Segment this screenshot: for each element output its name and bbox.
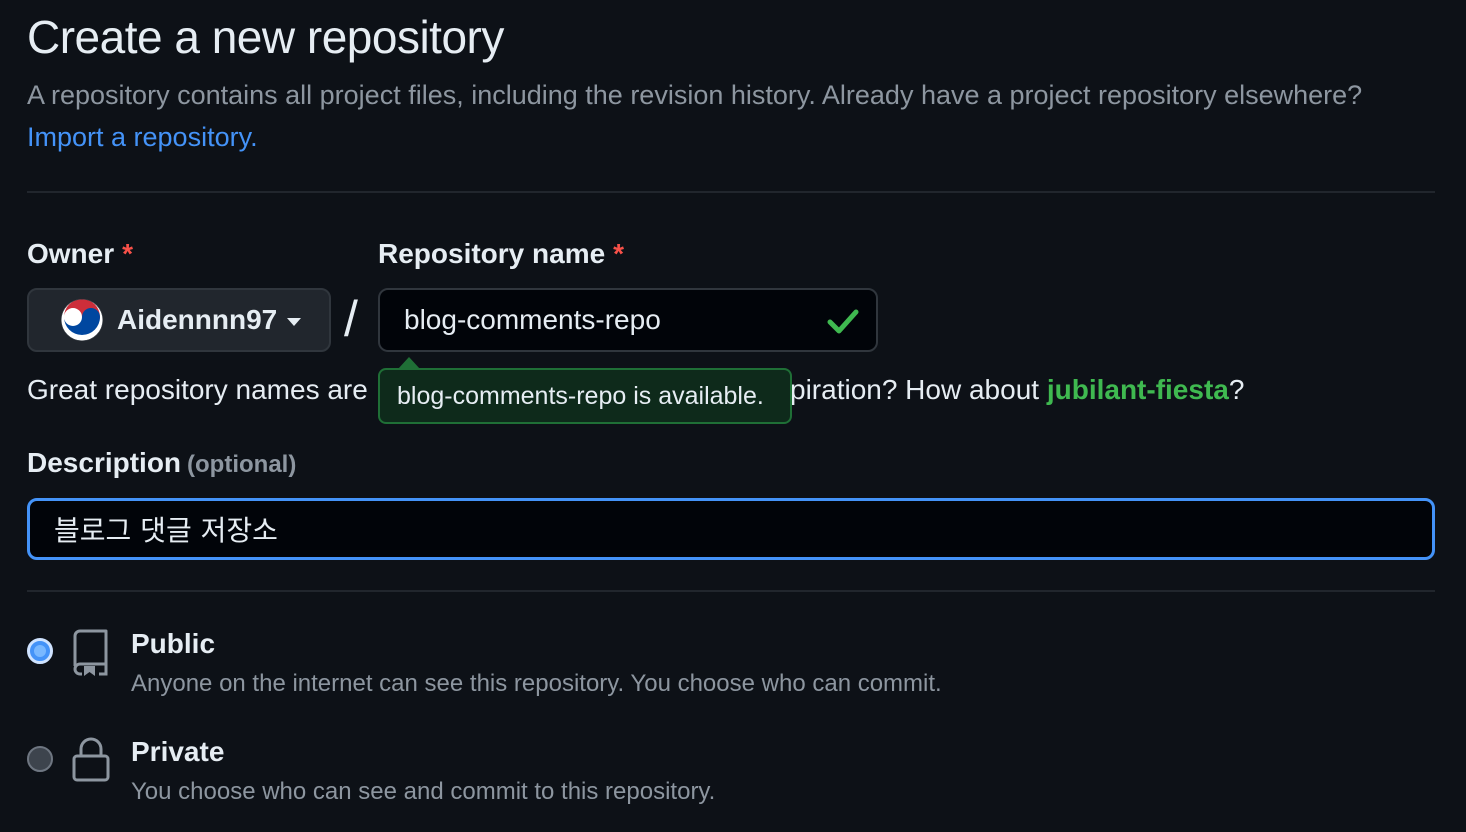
page-title: Create a new repository <box>27 11 504 63</box>
name-hint-end: ? <box>1228 374 1245 405</box>
owner-label-text: Owner <box>27 238 115 269</box>
create-repository-page: Create a new repository A repository con… <box>0 0 1466 832</box>
section-divider <box>27 191 1435 193</box>
description-input[interactable] <box>27 498 1435 560</box>
repository-name-input[interactable] <box>380 290 820 350</box>
owner-select-button[interactable]: Aidennnn97 <box>27 288 331 352</box>
required-mark: * <box>613 238 625 269</box>
public-title: Public <box>131 628 216 659</box>
repository-name-label-text: Repository name <box>378 238 606 269</box>
private-title: Private <box>131 736 225 767</box>
chevron-down-icon <box>287 318 302 326</box>
avatar <box>61 299 103 341</box>
repository-name-field <box>378 288 878 352</box>
visibility-option-private[interactable]: Private You choose who can see and commi… <box>27 736 1027 816</box>
description-label-text: Description <box>27 447 182 478</box>
name-hint-prefix: Great repository names are <box>27 374 368 405</box>
suggested-name-link[interactable]: jubilant-fiesta <box>1047 374 1229 405</box>
private-radio[interactable] <box>27 746 53 772</box>
check-icon <box>827 309 859 334</box>
required-mark: * <box>122 238 134 269</box>
public-description: Anyone on the internet can see this repo… <box>131 670 942 697</box>
owner-label: Owner * <box>27 238 133 270</box>
availability-tooltip: blog-comments-repo is available. <box>378 368 792 424</box>
page-subtitle: A repository contains all project files,… <box>27 74 1427 158</box>
public-radio[interactable] <box>27 638 53 664</box>
owner-name: Aidennnn97 <box>117 304 278 335</box>
optional-tag: (optional) <box>187 451 297 478</box>
subtitle-text: A repository contains all project files,… <box>27 80 1363 110</box>
description-label: Description (optional) <box>27 447 296 479</box>
owner-repo-separator: / <box>344 291 358 347</box>
name-hint-suffix: piration? How about jubilant-fiesta? <box>790 374 1244 406</box>
visibility-option-public[interactable]: Public Anyone on the internet can see th… <box>27 628 1027 708</box>
private-description: You choose who can see and commit to thi… <box>131 778 716 805</box>
section-divider <box>27 590 1435 592</box>
repository-name-label: Repository name * <box>378 238 624 270</box>
lock-icon <box>72 737 110 782</box>
repo-icon <box>73 629 108 676</box>
name-hint-text: piration? How about <box>790 374 1040 405</box>
import-repository-link[interactable]: Import a repository. <box>27 122 258 152</box>
